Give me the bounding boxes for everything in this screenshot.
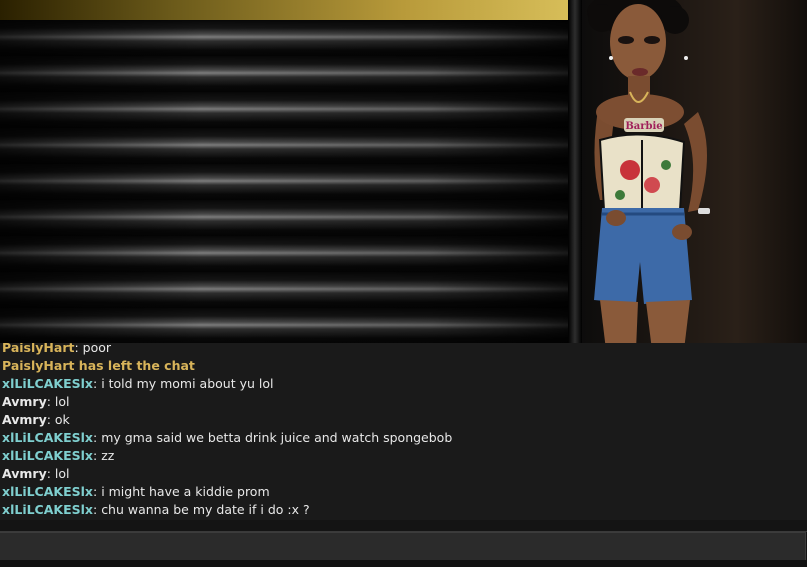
chat-separator: :	[46, 412, 55, 427]
chat-separator: :	[93, 430, 102, 445]
gold-wall-trim	[0, 0, 575, 20]
chat-separator: :	[46, 394, 55, 409]
black-striped-wall	[0, 20, 575, 350]
chat-message: Avmry: lol	[2, 465, 802, 483]
chat-message-text: zz	[101, 448, 115, 463]
chat-message-text: lol	[54, 466, 70, 481]
chat-username[interactable]: Avmry	[2, 394, 47, 409]
chat-message-text: lol	[54, 394, 70, 409]
chat-separator: :	[46, 466, 55, 481]
chat-message: xlLiLCAKESlx: my gma said we betta drink…	[2, 429, 802, 447]
chat-username[interactable]: xlLiLCAKESlx	[2, 430, 93, 445]
system-message: PaislyHart has left the chat	[2, 357, 802, 375]
chat-message: xlLiLCAKESlx: chu wanna be my date if i …	[2, 501, 802, 519]
chat-message: Avmry: lol	[2, 393, 802, 411]
chat-message-text: chu wanna be my date if i do :x ?	[101, 502, 310, 517]
necklace-label: Barbie	[625, 121, 662, 132]
chat-username[interactable]: Avmry	[2, 466, 47, 481]
chat-separator: :	[93, 502, 102, 517]
chat-message-text: i might have a kiddie prom	[101, 484, 270, 499]
chat-message: xlLiLCAKESlx: i might have a kiddie prom	[2, 483, 802, 501]
chat-message: xlLiLCAKESlx: i told my momi about yu lo…	[2, 375, 802, 393]
chat-message-text: ok	[54, 412, 70, 427]
avatar-figure[interactable]: Barbie	[580, 0, 730, 350]
chat-message: PaislyHart: poor	[2, 343, 802, 357]
chat-message-text: my gma said we betta drink juice and wat…	[101, 430, 453, 445]
chat-username[interactable]: xlLiLCAKESlx	[2, 502, 93, 517]
chat-separator: :	[74, 343, 83, 355]
chat-username[interactable]: xlLiLCAKESlx	[2, 376, 93, 391]
chat-separator: :	[93, 448, 102, 463]
chat-message: xlLiLCAKESlx: zz	[2, 447, 802, 465]
3d-scene-view[interactable]: Barbie	[0, 0, 807, 350]
chat-separator: :	[93, 376, 102, 391]
chat-username[interactable]: xlLiLCAKESlx	[2, 484, 93, 499]
chat-separator: :	[93, 484, 102, 499]
chat-messages: PaislyHart: poor PaislyHart has left the …	[2, 343, 802, 519]
chat-input[interactable]	[0, 532, 806, 561]
chat-username[interactable]: Avmry	[2, 412, 47, 427]
chat-message-text: i told my momi about yu lol	[101, 376, 274, 391]
chat-message-text: poor	[82, 343, 112, 355]
bottom-strip	[0, 560, 807, 567]
chat-username[interactable]: PaislyHart	[2, 343, 74, 355]
chat-username[interactable]: xlLiLCAKESlx	[2, 448, 93, 463]
chat-log[interactable]: PaislyHart: poor PaislyHart has left the …	[0, 343, 807, 520]
chat-message: Avmry: ok	[2, 411, 802, 429]
system-message-text: PaislyHart has left the chat	[2, 358, 195, 373]
